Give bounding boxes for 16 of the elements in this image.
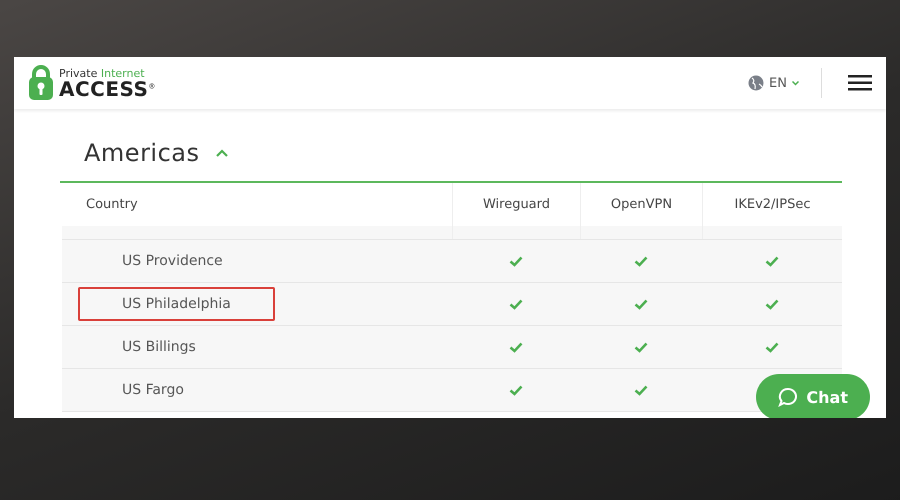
country-cell-text: US Billings (121, 338, 197, 357)
logo-wordmark: ACCESS$^{®}$ (59, 78, 156, 98)
logo-text: Private Internet (59, 68, 146, 78)
language-selector[interactable]: EN (748, 75, 799, 91)
country-cell-text: US Fargo (121, 381, 185, 400)
globe-icon (748, 75, 764, 91)
menu-button[interactable] (848, 74, 872, 92)
padlock-logo-icon (28, 65, 54, 101)
menu-icon (848, 74, 872, 92)
section-title: Americas (84, 139, 200, 167)
speech-bubble-icon (778, 387, 798, 407)
country-cell: US Philadelphia (78, 287, 275, 321)
column-header: Country (85, 196, 139, 214)
country-cell-text: US Providence (121, 252, 224, 271)
chevron-up-icon[interactable] (216, 149, 228, 157)
chevron-down-icon (792, 80, 799, 86)
